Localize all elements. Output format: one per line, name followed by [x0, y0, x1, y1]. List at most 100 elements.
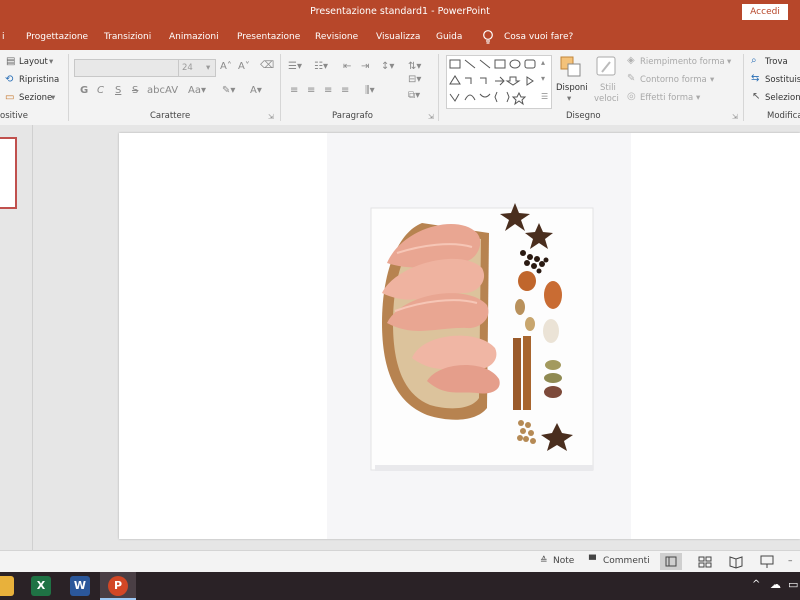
font-color-icon[interactable]: A▾	[250, 86, 262, 96]
normal-view-button[interactable]	[660, 553, 682, 570]
reset-button[interactable]: Ripristina	[19, 75, 59, 85]
drawing-group-label: Disegno	[566, 111, 601, 121]
shape-fill-button[interactable]: Riempimento forma	[640, 57, 725, 67]
section-icon: ▭	[5, 92, 15, 103]
bullets-icon[interactable]: ☰▾	[288, 62, 302, 72]
slide-sorter-button[interactable]	[694, 553, 716, 570]
effects-icon: ◎	[627, 91, 636, 102]
align-right-icon[interactable]: ≡	[324, 86, 332, 96]
status-bar: ≙ Note ▀ Commenti –	[0, 550, 800, 573]
layout-button[interactable]: Layout	[19, 57, 48, 67]
section-button[interactable]: Sezione	[19, 93, 52, 103]
italic-button[interactable]: C	[97, 86, 104, 96]
powerpoint-icon[interactable]: P	[108, 576, 128, 596]
chevron-down-icon: ▾	[49, 57, 54, 67]
text-direction-icon[interactable]: ⇅▾	[408, 62, 421, 72]
shapes-gallery[interactable]	[446, 55, 552, 109]
layout-icon: ▤	[6, 56, 16, 67]
decrease-indent-icon[interactable]: ⇤	[343, 62, 351, 72]
bold-button[interactable]: G	[80, 86, 88, 96]
gallery-more-icon[interactable]: ☰	[541, 92, 548, 102]
chevron-down-icon: ▾	[51, 93, 56, 103]
group-divider	[438, 54, 439, 121]
chevron-up-icon[interactable]: ^	[752, 579, 760, 590]
search-icon: ⌕	[751, 55, 757, 66]
change-case-icon[interactable]: Aa▾	[188, 86, 206, 96]
window-title: Presentazione standard1 - PowerPoint	[310, 6, 490, 17]
shapes-gallery-icons	[449, 59, 536, 106]
gallery-scroll-up-icon[interactable]: ▴	[541, 58, 545, 68]
quick-styles-button[interactable]: Stili	[600, 83, 616, 93]
tab-home-partial[interactable]: i	[2, 32, 5, 42]
cursor-icon: ↖	[752, 91, 761, 102]
excel-icon[interactable]: X	[31, 576, 51, 596]
highlight-icon[interactable]: ✎▾	[222, 86, 235, 96]
dialog-launcher-icon[interactable]: ⇲	[732, 112, 738, 122]
clear-formatting-icon[interactable]: ⌫	[260, 61, 274, 71]
group-divider	[280, 54, 281, 121]
shape-effects-button[interactable]: Effetti forma	[640, 93, 693, 103]
font-size-value: 24	[182, 63, 193, 73]
slideshow-view-button[interactable]	[756, 553, 778, 570]
slides-group-label: ositive	[0, 111, 28, 121]
chevron-down-icon: ▾	[727, 57, 732, 67]
slide-thumbnail[interactable]	[0, 137, 17, 209]
character-spacing-icon[interactable]: AV	[165, 86, 178, 96]
smartart-icon[interactable]: ⧉▾	[408, 91, 420, 101]
tell-me-search[interactable]: Cosa vuoi fare?	[504, 32, 573, 42]
ribbon: ▤ Layout ▾ ⟲ Ripristina ▭ Sezione ▾ osit…	[0, 50, 800, 126]
strikethrough-icon[interactable]: abc	[147, 86, 165, 96]
charcuterie-photo	[370, 203, 594, 471]
shape-outline-button[interactable]: Contorno forma	[640, 75, 707, 85]
tab-transitions[interactable]: Transizioni	[104, 32, 151, 42]
editing-group-label: Modifica	[767, 111, 800, 121]
network-icon[interactable]: ▭	[788, 578, 798, 591]
onedrive-icon[interactable]: ☁	[770, 578, 781, 591]
line-spacing-icon[interactable]: ↕▾	[381, 62, 394, 72]
select-button[interactable]: Seleziona	[765, 93, 800, 103]
sign-in-button[interactable]: Accedi	[742, 4, 788, 20]
tab-help[interactable]: Guida	[436, 32, 462, 42]
underline-button[interactable]: S	[115, 86, 121, 96]
align-text-icon[interactable]: ⊟▾	[408, 75, 421, 85]
tab-design[interactable]: Progettazione	[26, 32, 88, 42]
tab-review[interactable]: Revisione	[315, 32, 358, 42]
word-icon[interactable]: W	[70, 576, 90, 596]
numbering-icon[interactable]: ☷▾	[314, 62, 328, 72]
slide-picture[interactable]	[327, 133, 631, 539]
tab-view[interactable]: Visualizza	[376, 32, 420, 42]
comments-button[interactable]: Commenti	[603, 556, 650, 566]
dialog-launcher-icon[interactable]: ⇲	[428, 112, 434, 122]
paint-bucket-icon: ◈	[627, 55, 635, 66]
gallery-scroll-down-icon[interactable]: ▾	[541, 74, 545, 84]
comment-icon: ▀	[589, 556, 596, 566]
group-divider	[68, 54, 69, 121]
font-group-label: Carattere	[150, 111, 191, 121]
reset-icon: ⟲	[5, 74, 14, 85]
shadow-button[interactable]: S	[132, 86, 138, 96]
zoom-out-icon[interactable]: –	[788, 556, 793, 566]
columns-icon[interactable]: ⫼▾	[365, 86, 375, 96]
justify-icon[interactable]: ≡	[341, 86, 349, 96]
notes-button[interactable]: Note	[553, 556, 574, 566]
font-name-field[interactable]	[74, 59, 180, 77]
dialog-launcher-icon[interactable]: ⇲	[268, 112, 274, 122]
increase-font-icon[interactable]: A˄	[220, 62, 232, 72]
font-size-field[interactable]: 24 ▾	[178, 59, 216, 77]
replace-button[interactable]: Sostituisci	[765, 75, 800, 85]
tab-slideshow[interactable]: Presentazione	[237, 32, 300, 42]
align-left-icon[interactable]: ≡	[290, 86, 298, 96]
tab-animations[interactable]: Animazioni	[169, 32, 219, 42]
slide-thumbnails-pane	[0, 125, 33, 550]
chevron-down-icon: ▾	[567, 94, 572, 104]
find-button[interactable]: Trova	[765, 57, 788, 67]
reading-view-button[interactable]	[725, 553, 747, 570]
decrease-font-icon[interactable]: A˅	[238, 62, 250, 72]
notes-icon: ≙	[540, 556, 548, 566]
file-explorer-icon[interactable]	[0, 576, 14, 596]
taskbar: X W P ^ ☁ ▭	[0, 572, 800, 600]
arrange-button[interactable]: Disponi	[556, 83, 588, 93]
increase-indent-icon[interactable]: ⇥	[361, 62, 369, 72]
paragraph-group-label: Paragrafo	[332, 111, 373, 121]
align-center-icon[interactable]: ≡	[307, 86, 315, 96]
